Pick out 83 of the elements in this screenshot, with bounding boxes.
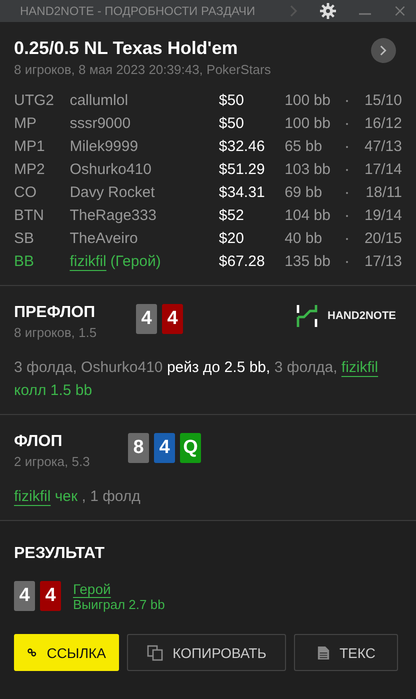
logo-icon (296, 304, 318, 328)
player-position: BTN (14, 207, 45, 224)
next-button[interactable] (371, 38, 396, 63)
player-bb: 104 bb (284, 207, 332, 224)
street-title: ПРЕФЛОП (14, 304, 96, 322)
winner-link[interactable]: Герой (73, 581, 111, 597)
logo-text: HAND2NOTE (328, 310, 396, 322)
player-link[interactable]: fizikfil (341, 359, 378, 376)
action-summary: 3 фолда, Oshurko410 рейз до 2.5 bb, 3 фолда, fizikfil колл 1.5 bb (14, 358, 380, 401)
copy-icon (146, 644, 163, 660)
player-name: TheRage333 (70, 207, 156, 224)
separator-dot (346, 214, 348, 216)
player-position: MP (14, 115, 38, 132)
separator-dot (346, 168, 348, 170)
player-position: UTG2 (14, 92, 56, 109)
text-button[interactable]: ТЕКС (294, 634, 398, 671)
player-bb: 135 bb (284, 253, 332, 270)
street-title: ФЛОП (14, 433, 64, 451)
win-amount: Выиграл 2.7 bb (73, 597, 165, 612)
player-name: Milek9999 (70, 138, 138, 155)
player-bb: 69 bb (284, 184, 324, 201)
playing-card: 4 (14, 581, 35, 611)
playing-card: 4 (40, 581, 61, 611)
player-stats: 18/11 (364, 184, 402, 201)
game-title: 0.25/0.5 NL Texas Hold'em (14, 38, 239, 59)
player-stack: $20 (218, 230, 245, 247)
separator-dot (346, 238, 348, 240)
chevron-right-icon (380, 45, 387, 56)
separator-dot (346, 100, 348, 102)
player-stats: 47/13 (363, 138, 402, 155)
separator-dot (346, 260, 348, 262)
close-icon[interactable] (394, 5, 406, 17)
separator-dot (346, 122, 348, 124)
playing-card: 4 (136, 304, 157, 334)
player-bb: 100 bb (284, 92, 332, 109)
player-name: sssr9000 (70, 115, 131, 132)
action-summary: fizikfil чек , 1 фолд (14, 487, 142, 507)
player-position: MP1 (14, 138, 46, 155)
player-stack: $52 (218, 207, 245, 224)
document-icon (316, 644, 330, 660)
link-button[interactable]: ССЫЛКА (14, 634, 119, 671)
link-icon (27, 646, 37, 659)
playing-card: Q (180, 433, 201, 463)
player-stack: $50 (218, 92, 245, 109)
player-name: Oshurko410 (70, 161, 152, 178)
chevron-right-icon[interactable] (290, 5, 298, 17)
player-name: TheAveiro (70, 230, 138, 247)
player-stack: $67.28 (218, 253, 266, 270)
player-bb: 103 bb (284, 161, 332, 178)
player-bb: 40 bb (284, 230, 324, 247)
player-link[interactable]: fizikfil (14, 488, 51, 505)
player-stack: $34.31 (218, 184, 266, 201)
player-name[interactable]: fizikfil (70, 253, 106, 270)
hand-info: 8 игроков, 8 мая 2023 20:39:43, PokerStars (14, 62, 271, 77)
copy-button[interactable]: КОПИРОВАТЬ (127, 634, 286, 671)
player-stats: 16/12 (363, 115, 402, 132)
player-stack: $51.29 (218, 161, 266, 178)
window-title: HAND2NOTE - ПОДРОБНОСТИ РАЗДАЧИ (20, 4, 256, 18)
separator-dot (346, 192, 348, 194)
separator-dot (346, 146, 348, 148)
player-stats: 20/15 (363, 230, 402, 247)
player-position: BB (14, 253, 36, 270)
street-info: 2 игрока, 5.3 (14, 454, 91, 469)
settings-icon[interactable] (320, 3, 336, 19)
player-stats: 19/14 (363, 207, 402, 224)
player-bb: 100 bb (284, 115, 332, 132)
player-position: CO (14, 184, 38, 201)
player-stats: 17/13 (363, 253, 402, 270)
player-bb: 65 bb (284, 138, 324, 155)
player-stats: 17/14 (363, 161, 402, 178)
player-name: callumlol (70, 92, 128, 109)
player-position: MP2 (14, 161, 46, 178)
playing-card: 4 (162, 304, 183, 334)
player-stats: 15/10 (363, 92, 402, 109)
player-position: SB (14, 230, 36, 247)
hero-tag: (Герой) (110, 253, 161, 270)
playing-card: 4 (154, 433, 175, 463)
player-stack: $50 (218, 115, 245, 132)
street-info: 8 игроков, 1.5 (14, 325, 98, 340)
player-name: Davy Rocket (70, 184, 155, 201)
player-stack: $32.46 (218, 138, 266, 155)
playing-card: 8 (128, 433, 149, 463)
result-title: РЕЗУЛЬТАТ (14, 545, 106, 563)
